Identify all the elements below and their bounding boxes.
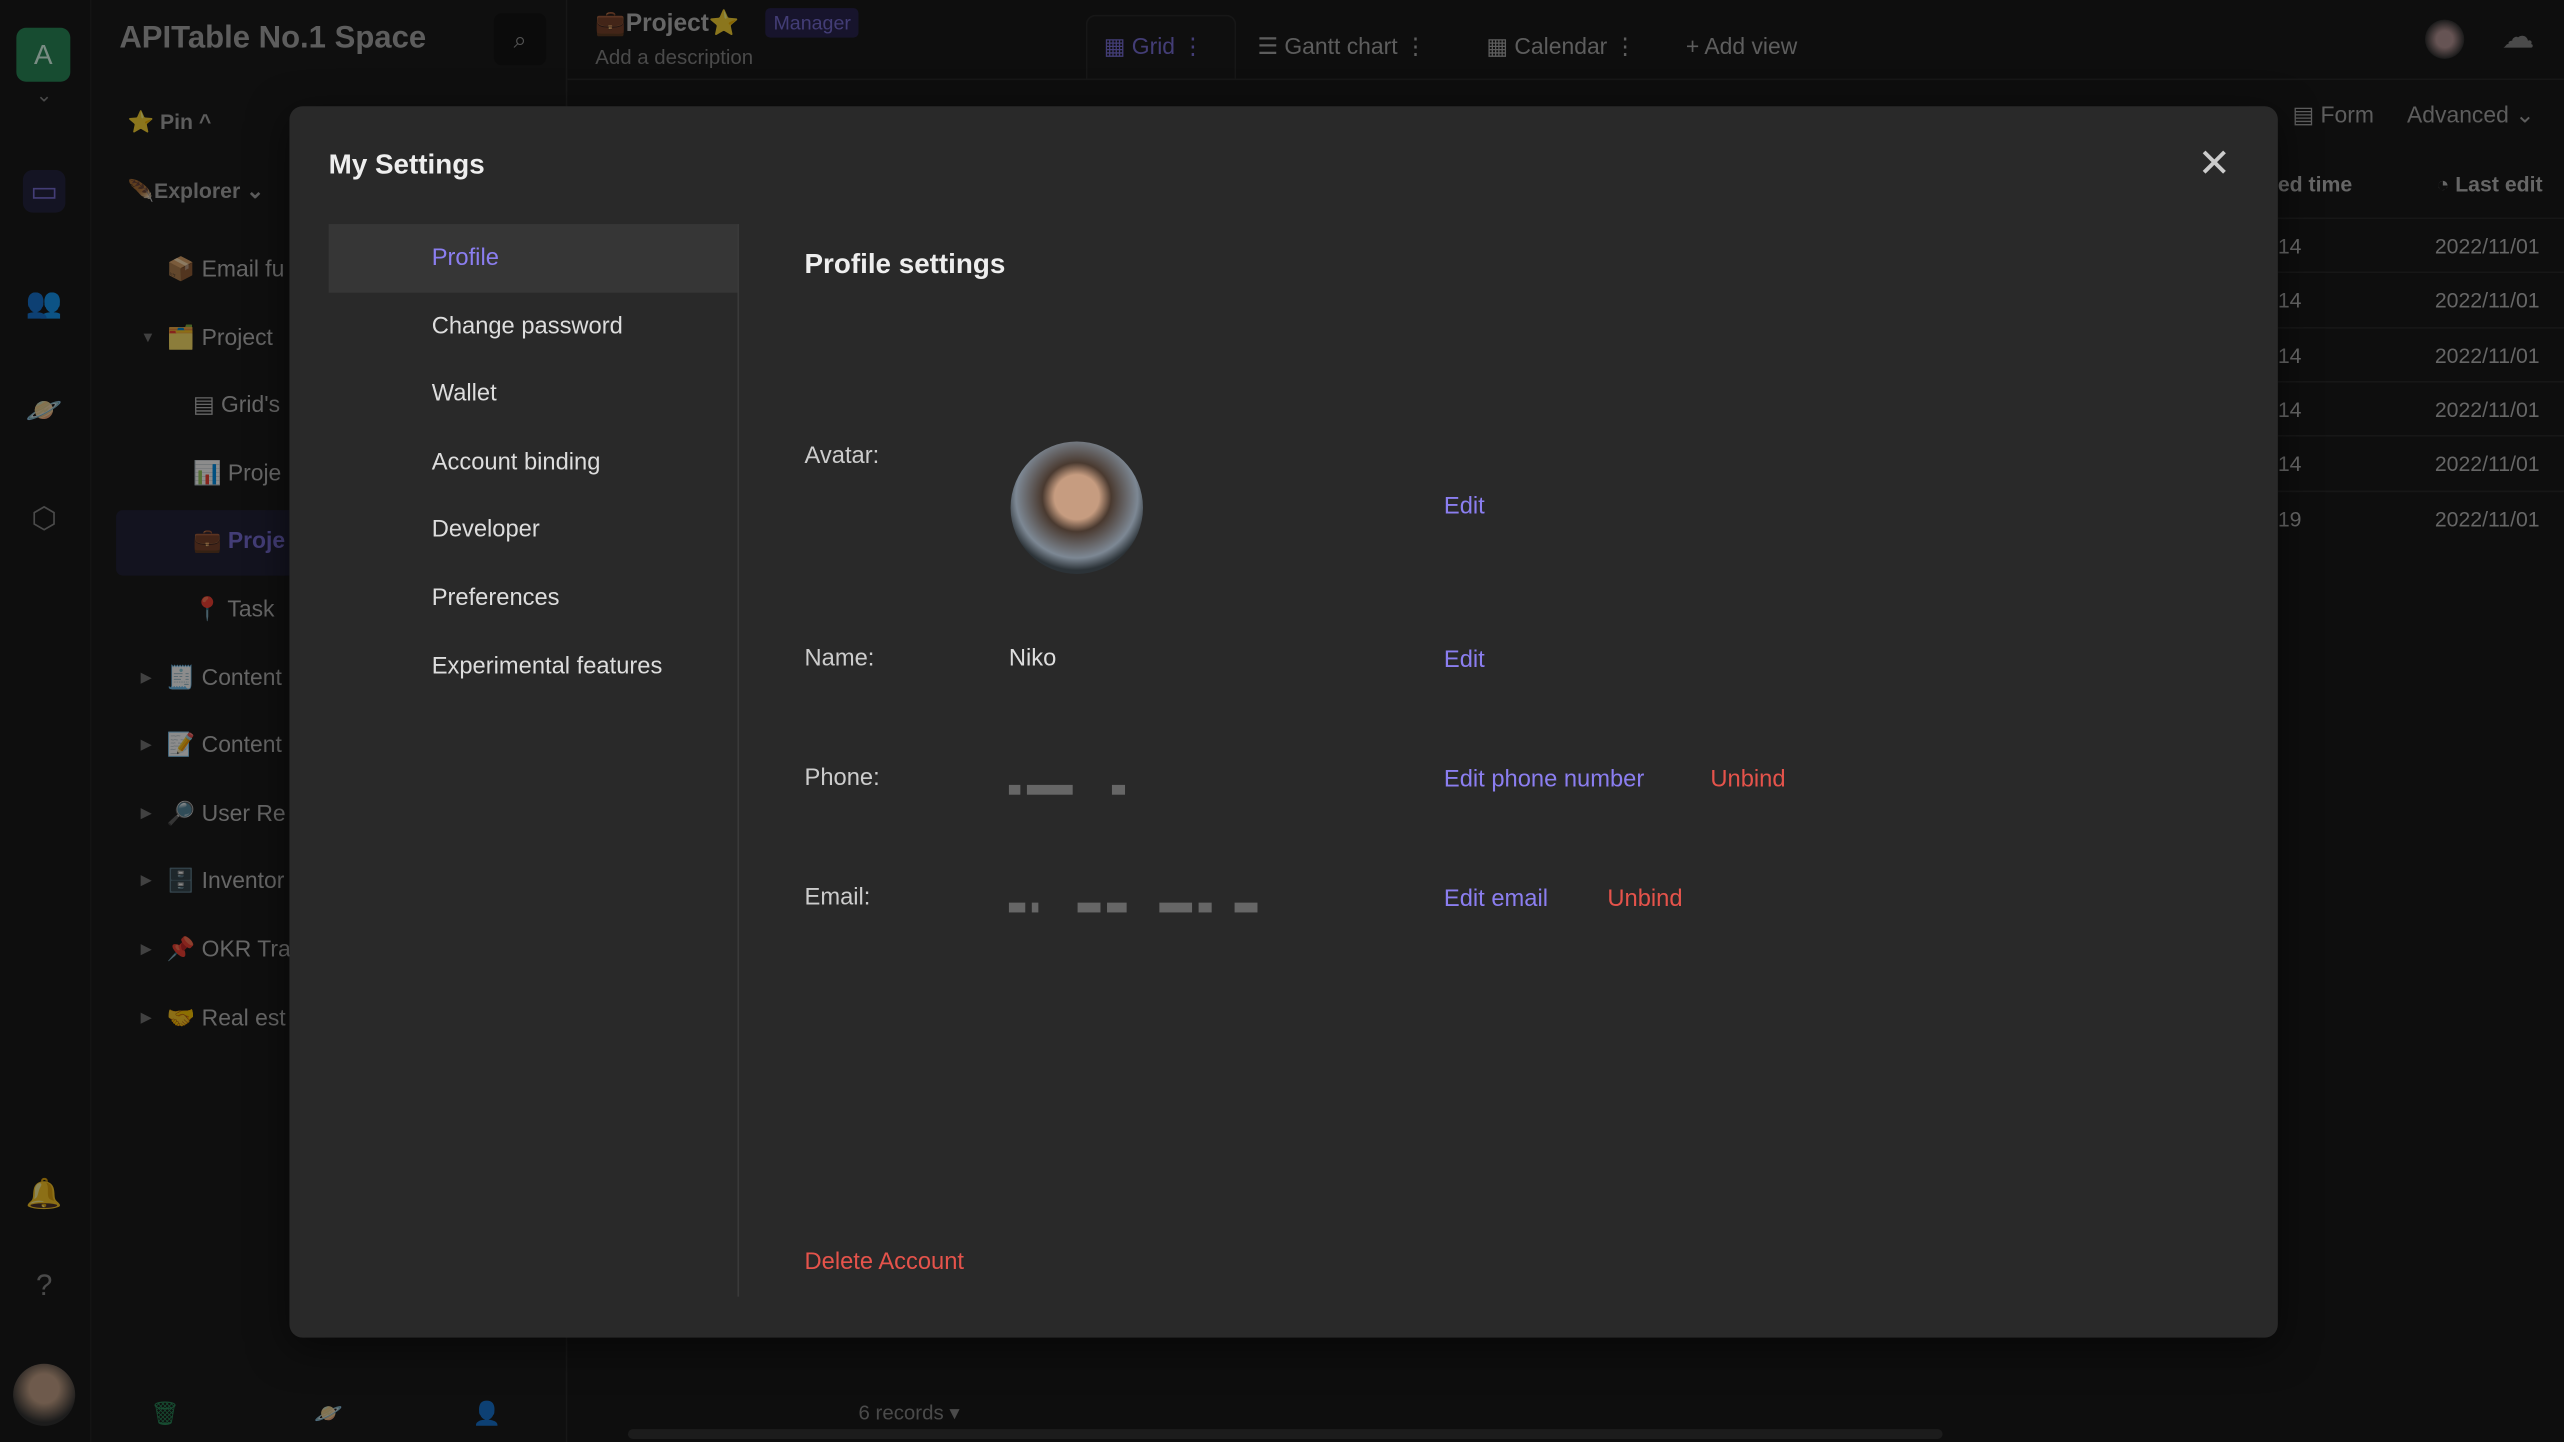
avatar-label: Avatar:	[804, 443, 880, 470]
name-value: Niko	[1008, 645, 1057, 673]
settings-nav-item[interactable]: Developer	[329, 496, 738, 565]
settings-nav-item[interactable]: Preferences	[329, 564, 738, 633]
edit-name-link[interactable]: Edit	[1444, 648, 1485, 674]
modal-title: My Settings	[328, 148, 485, 180]
settings-nav-item[interactable]: Wallet	[329, 360, 738, 429]
unbind-phone-link[interactable]: Unbind	[1710, 767, 1785, 793]
close-icon[interactable]: ✕	[2198, 142, 2231, 188]
name-label: Name:	[804, 645, 875, 673]
edit-phone-link[interactable]: Edit phone number	[1444, 767, 1644, 793]
nav-divider	[737, 224, 740, 1297]
settings-nav-item[interactable]: Experimental features	[329, 632, 738, 701]
edit-avatar-link[interactable]: Edit	[1444, 494, 1485, 520]
email-value-redacted	[1008, 893, 1264, 919]
settings-nav-item[interactable]: Profile	[328, 224, 738, 293]
profile-avatar	[1010, 441, 1144, 574]
edit-email-link[interactable]: Edit email	[1444, 886, 1548, 912]
delete-account-link[interactable]: Delete Account	[805, 1249, 965, 1275]
email-label: Email:	[804, 884, 871, 911]
settings-nav-item[interactable]: Change password	[329, 292, 738, 361]
unbind-email-link[interactable]: Unbind	[1607, 886, 1682, 912]
settings-nav-item[interactable]: Account binding	[329, 428, 738, 497]
section-title: Profile settings	[804, 248, 1006, 280]
phone-label: Phone:	[804, 765, 880, 792]
phone-value-redacted	[1008, 775, 1132, 801]
settings-modal: My Settings ✕ Profile Change password Wall…	[289, 106, 2278, 1338]
